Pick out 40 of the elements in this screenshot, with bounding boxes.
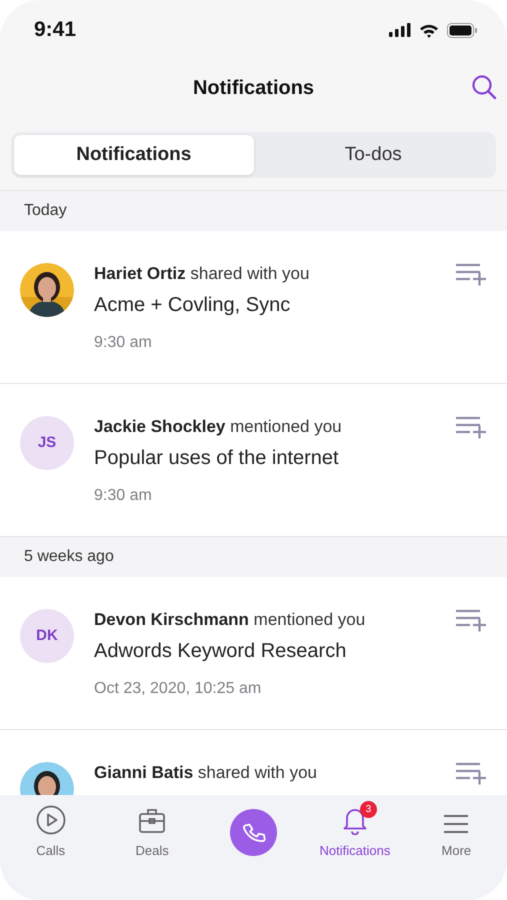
- badge-count: 3: [360, 801, 377, 818]
- notification-title: Acme + Covling, Sync: [94, 293, 292, 317]
- call-button[interactable]: [230, 809, 278, 856]
- add-to-todo-button[interactable]: [455, 262, 487, 286]
- section-heading: 5 weeks ago: [0, 537, 507, 577]
- search-icon: [471, 74, 497, 100]
- briefcase-icon: [138, 807, 166, 835]
- tab-bar-item[interactable]: Deals: [101, 803, 203, 867]
- tab[interactable]: To-dos: [254, 135, 493, 175]
- tab[interactable]: Notifications: [14, 135, 254, 175]
- list-add-icon: [455, 608, 487, 632]
- clock-time: 9:41: [34, 17, 76, 44]
- notification-time: Oct 23, 2020, 10:25 am: [94, 679, 262, 699]
- add-to-todo-button[interactable]: [455, 608, 487, 632]
- avatar-initials: JS: [20, 416, 74, 470]
- notification-time: 9:30 am: [94, 486, 153, 506]
- wifi-icon: [419, 22, 439, 38]
- tab-bar-item[interactable]: More: [406, 803, 507, 867]
- notification-summary: Gianni Batis shared with you: [94, 762, 318, 784]
- list-add-icon: [455, 761, 487, 785]
- notification-summary: Jackie Shockley mentioned you: [94, 416, 343, 438]
- search-button[interactable]: [471, 74, 497, 100]
- notification-summary: Devon Kirschmann mentioned you: [94, 609, 366, 631]
- play-circle-icon: [36, 805, 66, 835]
- battery-icon: [447, 22, 477, 38]
- notification-summary: Hariet Ortiz shared with you: [94, 263, 310, 285]
- notification-title: Popular uses of the internet: [94, 446, 340, 470]
- tab-bar-item[interactable]: 3 Notifications: [304, 803, 406, 867]
- notification-time: 9:30 am: [94, 333, 153, 353]
- signal-icon: [389, 23, 411, 37]
- notification-title: Adwords Keyword Research: [94, 639, 348, 663]
- list-add-icon: [455, 262, 487, 286]
- add-to-todo-button[interactable]: [455, 415, 487, 440]
- avatar-initials: DK: [20, 609, 74, 663]
- tab-bar-item[interactable]: Calls: [0, 803, 102, 867]
- add-to-todo-button[interactable]: [455, 761, 487, 786]
- list-add-icon: [455, 415, 487, 439]
- section-heading: Today: [0, 191, 507, 231]
- screen-title: Notifications: [192, 76, 314, 100]
- menu-icon: [443, 813, 470, 835]
